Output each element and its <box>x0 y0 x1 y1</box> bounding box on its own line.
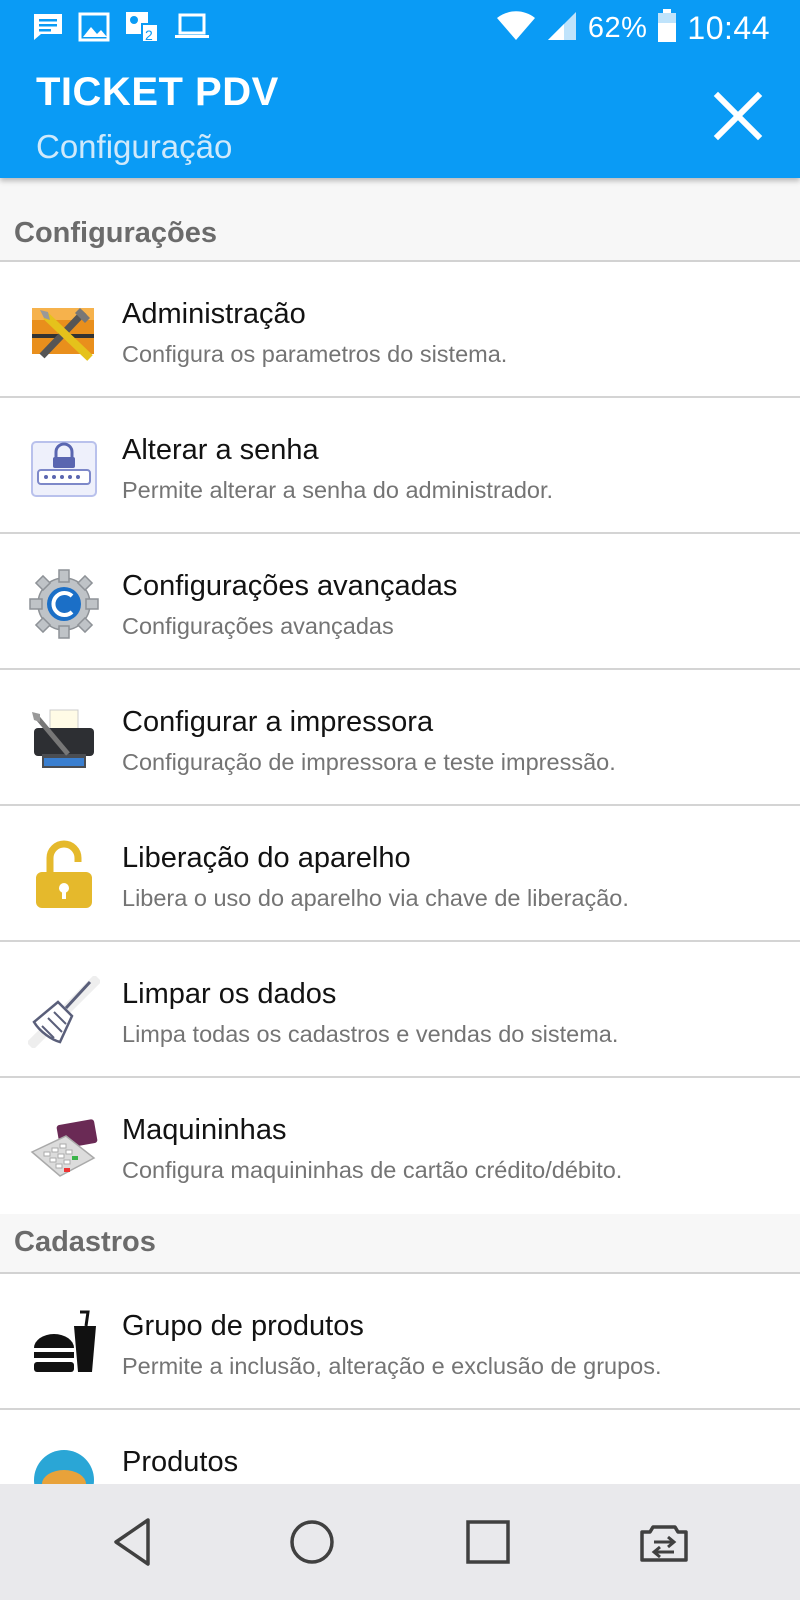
item-title: Maquininhas <box>122 1114 287 1146</box>
clock: 10:44 <box>687 9 770 46</box>
back-icon <box>114 1518 150 1566</box>
system-status: 62% 10:44 <box>496 6 770 50</box>
broom-icon <box>26 974 102 1050</box>
admin-tools-icon <box>28 296 100 368</box>
switch-app-button[interactable] <box>636 1514 692 1570</box>
screen: 2 62% 10:44 TICKET PDV Configuração Conf… <box>0 0 800 1600</box>
list-item-produtos[interactable]: Produtos <box>0 1410 800 1484</box>
home-icon <box>290 1520 334 1564</box>
close-icon <box>713 91 763 141</box>
item-description: Configurações avançadas <box>122 613 394 639</box>
app-subtitle: Configuração <box>36 128 233 165</box>
item-description: Permite a inclusão, alteração e exclusão… <box>122 1353 662 1379</box>
notification-icons: 2 <box>32 10 210 44</box>
list-item-limpar-dados[interactable]: Limpar os dados Limpa todas os cadastros… <box>0 942 800 1078</box>
card-machine-icon <box>28 1112 100 1184</box>
image-icon <box>78 12 110 42</box>
list-item-configurar-impressora[interactable]: Configurar a impressora Configuração de … <box>0 670 800 806</box>
list-item-grupo-produtos[interactable]: Grupo de produtos Permite a inclusão, al… <box>0 1274 800 1410</box>
item-description: Libera o uso do aparelho via chave de li… <box>122 885 629 911</box>
list-item-administracao[interactable]: Administração Configura os parametros do… <box>0 262 800 398</box>
list-item-alterar-senha[interactable]: Alterar a senha Permite alterar a senha … <box>0 398 800 534</box>
sim-contacts-icon: 2 <box>124 10 160 44</box>
wifi-icon <box>496 10 536 47</box>
password-lock-icon <box>28 432 100 504</box>
gear-icon <box>28 568 100 640</box>
section-header-configuracoes: Configurações <box>0 178 800 262</box>
item-title: Liberação do aparelho <box>122 842 411 874</box>
printer-icon <box>28 704 100 776</box>
list-item-configuracoes-avancadas[interactable]: Configurações avançadas Configurações av… <box>0 534 800 670</box>
list-item-maquininhas[interactable]: Maquininhas Configura maquininhas de car… <box>0 1078 800 1214</box>
item-description: Configura os parametros do sistema. <box>122 341 508 367</box>
status-bar: 2 62% 10:44 <box>0 0 800 54</box>
food-group-icon <box>28 1308 100 1380</box>
switch-app-icon <box>640 1525 688 1562</box>
home-button[interactable] <box>284 1514 340 1570</box>
item-title: Produtos <box>122 1446 239 1478</box>
padlock-open-icon <box>28 840 100 912</box>
item-description: Configuração de impressora e teste impre… <box>122 749 616 775</box>
svg-text:2: 2 <box>145 27 153 43</box>
section-title: Cadastros <box>14 1226 156 1258</box>
item-description: Permite alterar a senha do administrador… <box>122 477 554 503</box>
section-title: Configurações <box>14 217 218 249</box>
item-title: Grupo de produtos <box>122 1310 364 1342</box>
item-description: Configura maquininhas de cartão crédito/… <box>122 1157 623 1183</box>
navigation-bar <box>0 1484 800 1600</box>
item-title: Limpar os dados <box>122 978 337 1010</box>
recents-button[interactable] <box>460 1514 516 1570</box>
products-icon <box>28 1444 100 1484</box>
laptop-icon <box>174 12 210 42</box>
recents-icon <box>466 1520 510 1564</box>
item-title: Configurar a impressora <box>122 706 434 738</box>
item-title: Configurações avançadas <box>122 570 458 602</box>
close-button[interactable] <box>712 90 764 142</box>
item-description: Limpa todas os cadastros e vendas do sis… <box>122 1021 619 1047</box>
item-title: Administração <box>122 298 306 330</box>
section-header-cadastros: Cadastros <box>0 1214 800 1274</box>
top-bar: 2 62% 10:44 TICKET PDV Configuração <box>0 0 800 178</box>
settings-list: Configurações Administração Configura os… <box>0 178 800 1484</box>
back-button[interactable] <box>106 1514 162 1570</box>
message-icon <box>32 12 64 42</box>
app-title: TICKET PDV <box>36 70 279 114</box>
list-item-liberacao-aparelho[interactable]: Liberação do aparelho Libera o uso do ap… <box>0 806 800 942</box>
battery-icon <box>657 8 677 48</box>
signal-icon <box>546 10 578 47</box>
item-title: Alterar a senha <box>122 434 319 466</box>
battery-percent: 62% <box>587 11 648 44</box>
